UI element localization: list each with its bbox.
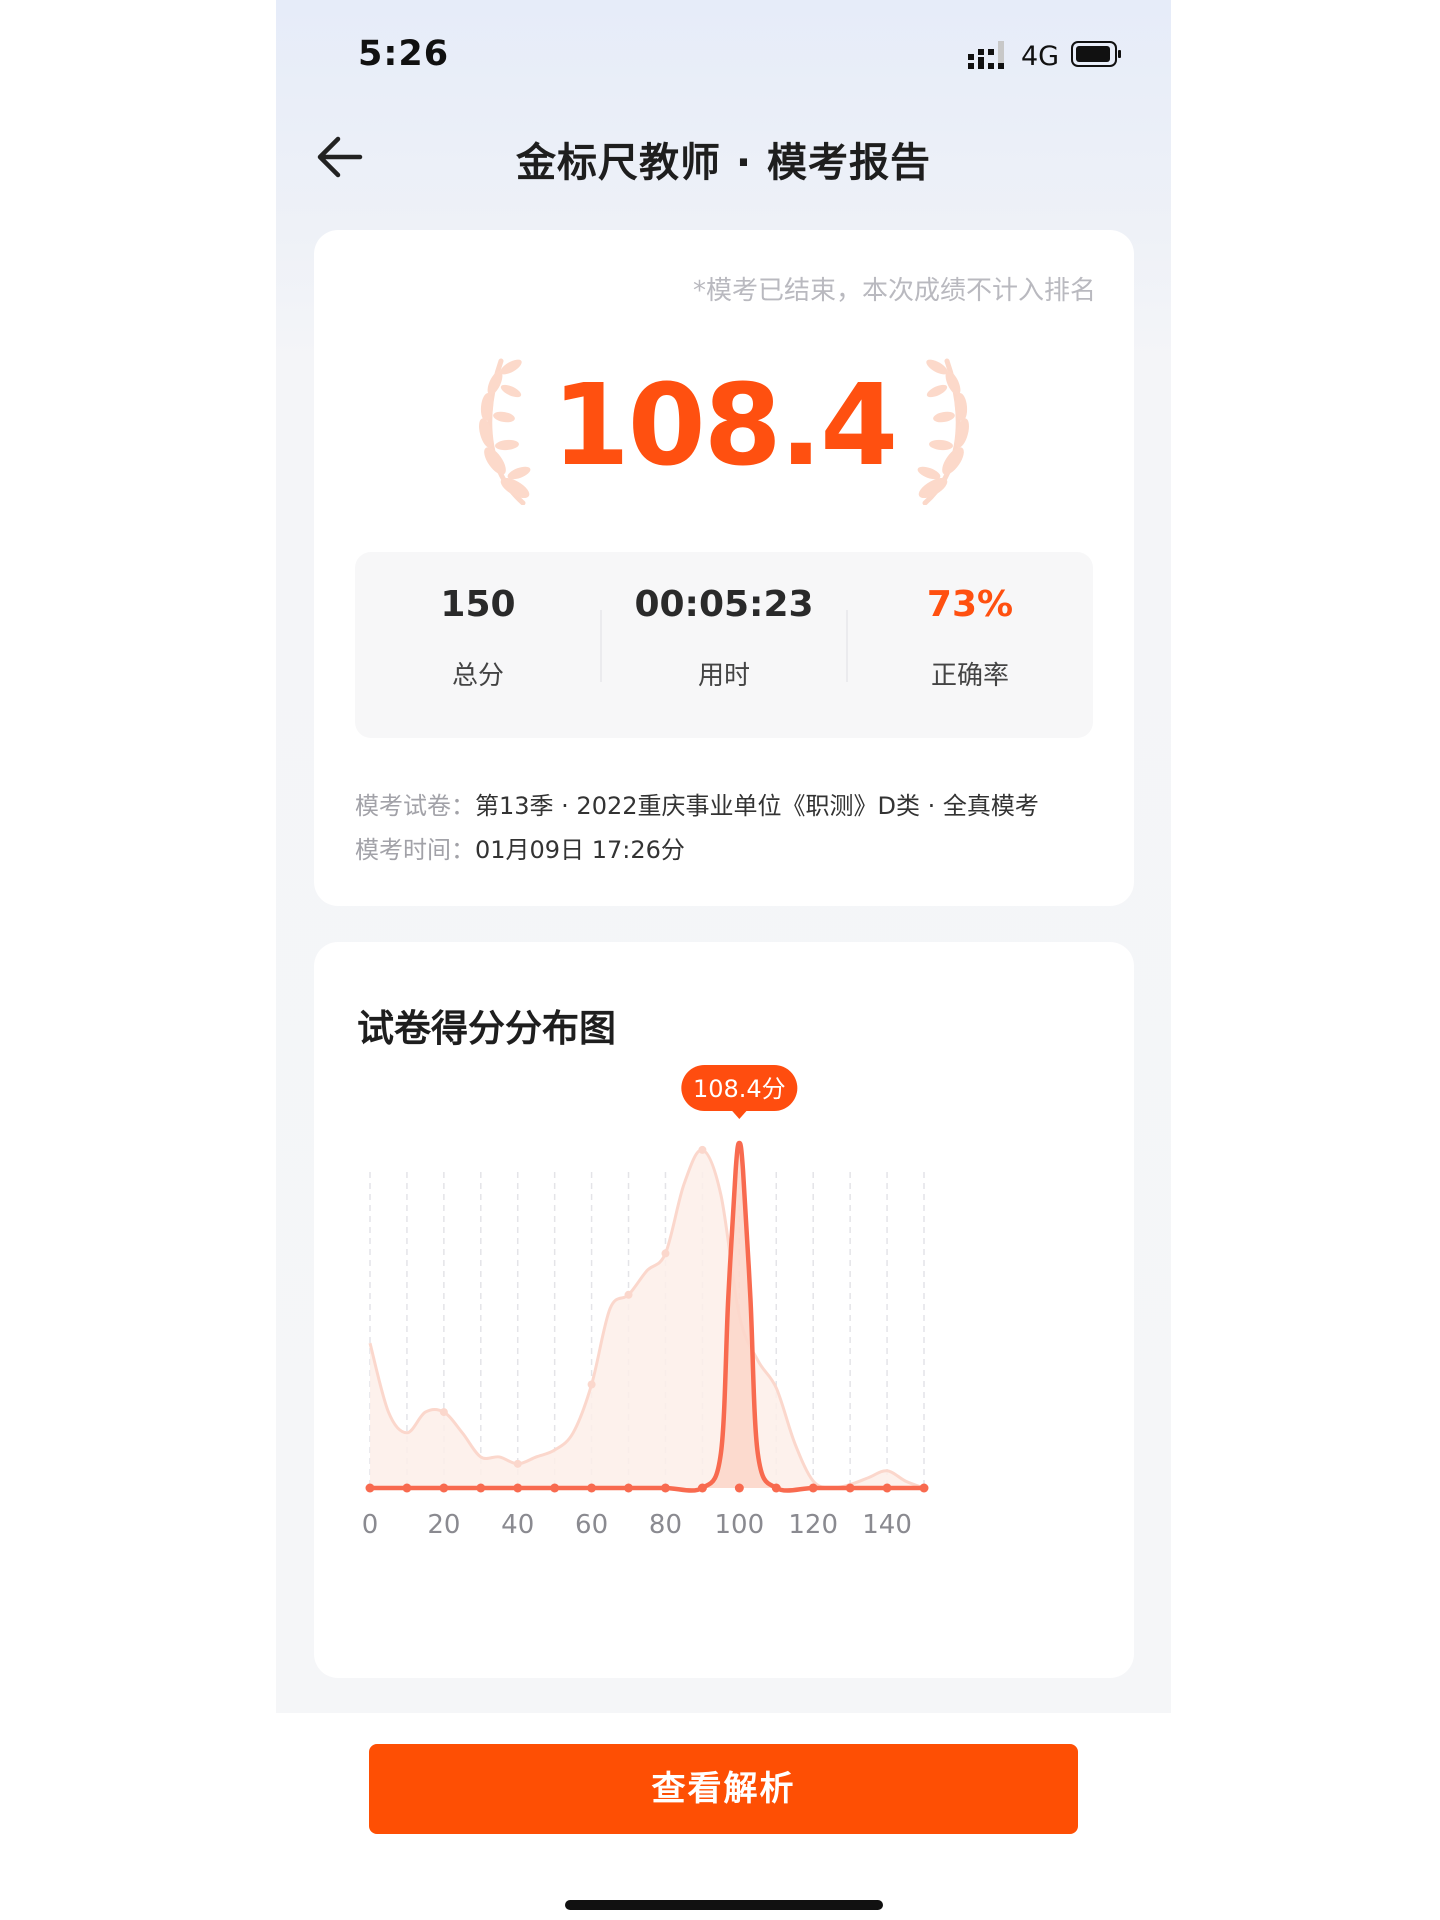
- x-tick-label: 60: [575, 1510, 608, 1540]
- score-distribution-chart: 0 20 40 60 80 100 120 140 108.4分: [362, 1065, 929, 1540]
- page-title: 金标尺教师 · 模考报告: [515, 140, 932, 186]
- stat-duration-value: 00:05:23: [634, 584, 814, 625]
- exam-time-info: 模考时间：01月09日 17:26分: [355, 830, 685, 865]
- baseline-point: [808, 1483, 818, 1493]
- signal-icon: [968, 41, 1004, 69]
- baseline-point: [402, 1483, 412, 1493]
- baseline-point: [845, 1483, 855, 1493]
- score-card: *模考已结束，本次成绩不计入排名 108.4 150 总分 00:05:23 用…: [314, 230, 1134, 906]
- baseline-point: [660, 1483, 670, 1493]
- exam-time-label: 模考时间：: [355, 836, 475, 864]
- baseline-point: [734, 1483, 744, 1493]
- baseline-point: [882, 1483, 892, 1493]
- x-tick-label: 20: [427, 1510, 460, 1540]
- network-type: 4G: [1021, 41, 1060, 72]
- phone-screen: 5:26 4G 金标尺教师 · 模考报告 *模考已结束，本次成绩不计入排名 10…: [276, 0, 1171, 1920]
- stat-duration: 00:05:23 用时: [601, 552, 847, 738]
- distribution-point: [624, 1290, 633, 1299]
- home-indicator: [565, 1900, 883, 1910]
- score-tooltip-label: 108.4分: [693, 1075, 786, 1103]
- paper-value: 第13季 · 2022重庆事业单位《职测》D类 · 全真模考: [475, 792, 1039, 820]
- stat-total: 150 总分: [355, 552, 601, 738]
- stat-accuracy-value: 73%: [926, 584, 1014, 625]
- status-time: 5:26: [358, 34, 450, 74]
- distribution-area: [370, 1149, 924, 1489]
- distribution-point: [661, 1249, 670, 1258]
- stat-duration-label: 用时: [697, 661, 750, 691]
- baseline-point: [513, 1483, 523, 1493]
- stat-total-value: 150: [440, 584, 516, 625]
- stat-accuracy: 73% 正确率: [847, 552, 1093, 738]
- score-value: 108.4: [551, 361, 898, 491]
- baseline-point: [365, 1483, 375, 1493]
- distribution-point: [698, 1145, 707, 1154]
- stats-box: 150 总分 00:05:23 用时 73% 正确率: [355, 552, 1093, 738]
- ranking-notice: *模考已结束，本次成绩不计入排名: [692, 276, 1096, 306]
- x-tick-label: 0: [362, 1510, 379, 1540]
- baseline-point: [919, 1483, 929, 1493]
- score-tooltip-pointer: [731, 1110, 748, 1119]
- x-tick-label: 120: [788, 1510, 838, 1540]
- baseline-point: [697, 1483, 707, 1493]
- x-tick-label: 80: [649, 1510, 682, 1540]
- baseline-point: [550, 1483, 560, 1493]
- chart-card: 试卷得分分布图 0 20 40 60 80 100 120 140 108.4分: [314, 942, 1134, 1678]
- distribution-point: [513, 1459, 522, 1468]
- baseline-point: [771, 1483, 781, 1493]
- distribution-point: [587, 1380, 596, 1389]
- battery-icon: [1071, 41, 1121, 67]
- exam-time-value: 01月09日 17:26分: [475, 836, 685, 864]
- stat-total-label: 总分: [451, 661, 504, 691]
- distribution-point: [439, 1408, 448, 1417]
- x-tick-label: 40: [501, 1510, 534, 1540]
- stat-accuracy-label: 正确率: [930, 661, 1009, 691]
- baseline-point: [587, 1483, 597, 1493]
- baseline-point: [439, 1483, 449, 1493]
- paper-label: 模考试卷：: [355, 792, 475, 820]
- baseline-point: [476, 1483, 486, 1493]
- view-analysis-button[interactable]: 查看解析: [369, 1744, 1078, 1834]
- x-tick-label: 140: [862, 1510, 912, 1540]
- paper-info: 模考试卷：第13季 · 2022重庆事业单位《职测》D类 · 全真模考: [355, 786, 1039, 821]
- baseline-point: [624, 1483, 634, 1493]
- x-tick-label: 100: [715, 1510, 765, 1540]
